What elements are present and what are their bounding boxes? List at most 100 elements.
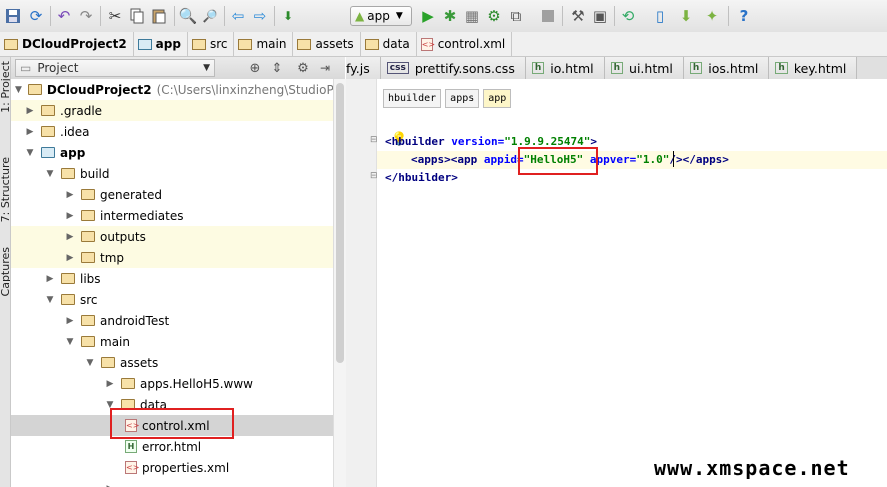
collapse-arrow-icon[interactable]: ▶ bbox=[45, 274, 55, 284]
collapse-arrow-icon[interactable]: ▶ bbox=[65, 190, 75, 200]
attach-debugger-icon[interactable]: ⚙ bbox=[484, 6, 504, 26]
side-tab-captures[interactable]: Captures bbox=[0, 247, 10, 296]
collapse-arrow-icon[interactable]: ▶ bbox=[105, 484, 115, 487]
tree-item-main[interactable]: ▼ main bbox=[11, 331, 333, 352]
back-icon[interactable]: ⇦ bbox=[228, 6, 248, 26]
collapse-arrow-icon[interactable]: ▶ bbox=[65, 253, 75, 263]
collapse-arrow-icon[interactable]: ▶ bbox=[25, 127, 35, 137]
editor-tab-key-html[interactable]: h key.html bbox=[769, 57, 858, 79]
tag-crumb-hbuilder[interactable]: hbuilder bbox=[383, 89, 442, 108]
folder-icon bbox=[81, 252, 95, 263]
tree-item-src[interactable]: ▼ src bbox=[11, 289, 333, 310]
editor-tab-prettify-sons-css[interactable]: css prettify.sons.css bbox=[380, 57, 526, 79]
copy-icon[interactable] bbox=[127, 6, 147, 26]
breadcrumb-item-project[interactable]: DCloudProject2 bbox=[0, 32, 134, 56]
editor-tab-io-html[interactable]: h io.html bbox=[525, 57, 605, 79]
expand-arrow-icon[interactable]: ▼ bbox=[65, 337, 75, 347]
watermark-text: www.xmspace.net bbox=[654, 456, 850, 480]
tree-scrollbar[interactable] bbox=[333, 79, 346, 487]
run-icon[interactable]: ▶ bbox=[418, 6, 438, 26]
project-view-dropdown[interactable]: ▭ Project ▼ bbox=[15, 59, 215, 77]
side-tab-project[interactable]: 1: Project bbox=[0, 61, 10, 113]
editor-tab-ios-html[interactable]: h ios.html bbox=[683, 57, 770, 79]
tree-item-gradle[interactable]: ▶ .gradle bbox=[11, 100, 333, 121]
project-panel-header: ▭ Project ▼ ⊕ ⇕ ⚙ ⇥ bbox=[11, 57, 345, 80]
tree-item-build[interactable]: ▼ build bbox=[11, 163, 333, 184]
tree-item-libs[interactable]: ▶ libs bbox=[11, 268, 333, 289]
tree-item-outputs[interactable]: ▶ outputs bbox=[11, 226, 333, 247]
breadcrumb-item-src[interactable]: src bbox=[188, 32, 235, 56]
side-tab-structure[interactable]: 7: Structure bbox=[0, 157, 10, 222]
folder-icon bbox=[41, 126, 55, 137]
tag-crumb-apps[interactable]: apps bbox=[445, 89, 480, 108]
breadcrumb-item-app[interactable]: app bbox=[134, 32, 188, 56]
editor-tab-fy-js[interactable]: fy.js bbox=[346, 57, 381, 79]
collapse-arrow-icon[interactable]: ▶ bbox=[65, 211, 75, 221]
tree-item-app[interactable]: ▼ app bbox=[11, 142, 333, 163]
expand-arrow-icon[interactable]: ▼ bbox=[45, 295, 55, 305]
tree-item-properties-xml[interactable]: <> properties.xml bbox=[11, 457, 333, 478]
tree-item-intermediates[interactable]: ▶ intermediates bbox=[11, 205, 333, 226]
collapse-arrow-icon[interactable]: ▶ bbox=[65, 232, 75, 242]
project-structure-icon[interactable]: ▣ bbox=[590, 6, 610, 26]
breadcrumb-item-main[interactable]: main bbox=[234, 32, 294, 56]
gear-icon[interactable]: ⚙ bbox=[293, 58, 313, 78]
avd-manager-icon[interactable]: ▯ bbox=[650, 6, 670, 26]
hide-panel-icon[interactable]: ⇥ bbox=[315, 58, 335, 78]
android-device-monitor-icon[interactable]: ✦ bbox=[702, 6, 722, 26]
sdk-manager-icon[interactable]: ⬇ bbox=[676, 6, 696, 26]
apply-changes-icon[interactable]: ⧉ bbox=[506, 6, 526, 26]
navigation-breadcrumb: DCloudProject2 app src main assets data … bbox=[0, 32, 887, 57]
stop-icon[interactable] bbox=[538, 6, 558, 26]
code-editor[interactable]: hbuilder apps app 💡 <hbuilder version="1… bbox=[377, 79, 887, 487]
breadcrumb-item-assets[interactable]: assets bbox=[293, 32, 361, 56]
project-view-label: Project bbox=[37, 61, 79, 75]
coverage-icon[interactable]: ▦ bbox=[462, 6, 482, 26]
tree-item-apps-hellohs-www[interactable]: ▶ apps.HelloH5.www bbox=[11, 373, 333, 394]
tag-crumb-app[interactable]: app bbox=[483, 89, 512, 108]
settings-icon[interactable]: ⚒ bbox=[568, 6, 588, 26]
make-icon[interactable]: ⬇ bbox=[278, 6, 298, 26]
folder-icon bbox=[364, 38, 379, 50]
collapse-arrow-icon[interactable]: ▶ bbox=[65, 316, 75, 326]
expand-arrow-icon[interactable]: ▼ bbox=[45, 169, 55, 179]
find-icon[interactable]: 🔍 bbox=[178, 6, 198, 26]
expand-arrow-icon[interactable]: ▼ bbox=[25, 148, 35, 158]
cut-icon[interactable]: ✂ bbox=[105, 6, 125, 26]
expand-arrow-icon[interactable]: ▼ bbox=[15, 85, 22, 95]
forward-icon[interactable]: ⇨ bbox=[250, 6, 270, 26]
tree-item-tmp[interactable]: ▶ tmp bbox=[11, 247, 333, 268]
collapse-all-icon[interactable]: ⇕ bbox=[267, 58, 287, 78]
main-toolbar: ⟳ ↶ ↷ ✂ 🔍 🔎 ⇦ ⇨ ⬇ ▲ app ▼ ▶ ✱ ▦ ⚙ ⧉ ⚒ ▣ … bbox=[0, 0, 887, 33]
run-config-dropdown[interactable]: ▲ app ▼ bbox=[350, 6, 412, 26]
scrollbar-thumb[interactable] bbox=[336, 83, 344, 363]
sync-gradle-icon[interactable]: ⟲ bbox=[618, 6, 638, 26]
breadcrumb-item-control-xml[interactable]: <> control.xml bbox=[417, 32, 513, 56]
folder-icon bbox=[81, 315, 95, 326]
redo-icon[interactable]: ↷ bbox=[76, 6, 96, 26]
module-folder-icon bbox=[41, 147, 55, 158]
help-icon[interactable]: ? bbox=[734, 6, 754, 26]
tree-item-androidtest[interactable]: ▶ androidTest bbox=[11, 310, 333, 331]
highlight-box-control-xml bbox=[110, 408, 234, 439]
sync-icon[interactable]: ⟳ bbox=[26, 6, 46, 26]
folder-icon bbox=[191, 38, 206, 50]
collapse-arrow-icon[interactable]: ▶ bbox=[105, 379, 115, 389]
tree-item-project-root[interactable]: ▼ DCloudProject2 (C:\Users\linxinzheng\S… bbox=[11, 79, 333, 100]
debug-icon[interactable]: ✱ bbox=[440, 6, 460, 26]
tree-item-idea[interactable]: ▶ .idea bbox=[11, 121, 333, 142]
collapse-arrow-icon[interactable]: ▶ bbox=[25, 106, 35, 116]
undo-icon[interactable]: ↶ bbox=[54, 6, 74, 26]
expand-arrow-icon[interactable]: ▼ bbox=[85, 358, 95, 368]
paste-icon[interactable] bbox=[149, 6, 169, 26]
folder-icon bbox=[81, 210, 95, 221]
replace-icon[interactable]: 🔎 bbox=[200, 6, 220, 26]
tree-item-assets[interactable]: ▼ assets bbox=[11, 352, 333, 373]
tree-item-error-html[interactable]: H error.html bbox=[11, 436, 333, 457]
tree-item-generated[interactable]: ▶ generated bbox=[11, 184, 333, 205]
save-icon[interactable] bbox=[3, 6, 23, 26]
editor-tab-ui-html[interactable]: h ui.html bbox=[604, 57, 684, 79]
editor-gutter: ⊟ ⊟ bbox=[346, 79, 378, 487]
breadcrumb-item-data[interactable]: data bbox=[361, 32, 417, 56]
scroll-from-source-icon[interactable]: ⊕ bbox=[245, 58, 265, 78]
